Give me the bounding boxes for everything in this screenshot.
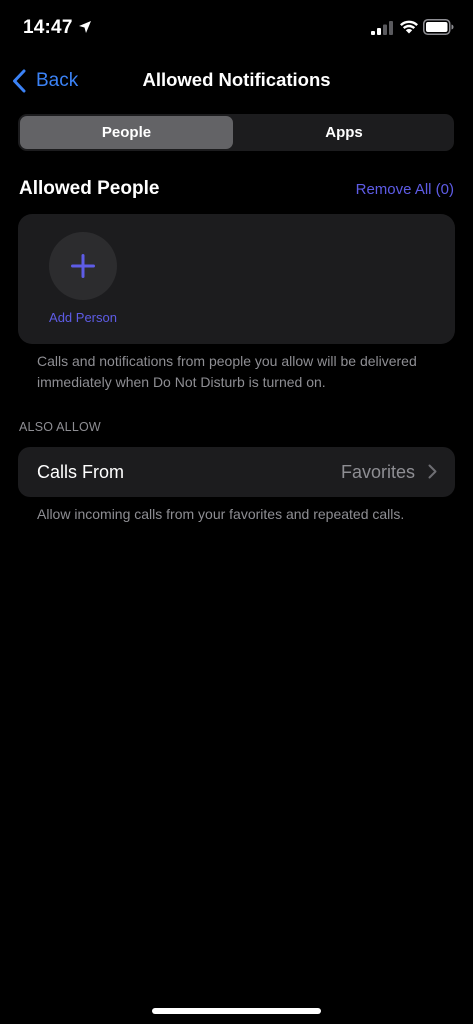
status-time: 14:47 [23, 17, 73, 38]
calls-from-value: Favorites [340, 462, 415, 482]
battery-icon [423, 19, 454, 35]
calls-from-label: Calls From [37, 462, 125, 482]
calls-from-row[interactable]: Calls From Favorites [18, 447, 455, 497]
segmented-control: People Apps [18, 114, 454, 151]
calls-from-footnote: Allow incoming calls from your favorites… [37, 506, 405, 522]
segment-people[interactable]: People [20, 116, 233, 149]
location-arrow-icon [79, 21, 91, 33]
home-indicator[interactable] [152, 1008, 321, 1014]
chevron-right-icon [428, 464, 437, 479]
allowed-people-heading: Allowed People [19, 178, 160, 199]
allowed-people-card: Add Person [18, 214, 455, 344]
page-title: Allowed Notifications [142, 69, 331, 90]
allowed-people-footnote: Calls and notifications from people you … [37, 353, 417, 390]
cellular-signal-icon [371, 21, 393, 35]
also-allow-header: ALSO ALLOW [19, 420, 101, 434]
segment-apps[interactable]: Apps [236, 116, 452, 149]
plus-icon [71, 254, 95, 278]
add-person-button[interactable] [49, 232, 117, 300]
wifi-icon [400, 20, 418, 34]
remove-all-button[interactable]: Remove All (0) [356, 180, 454, 200]
add-person-label[interactable]: Add Person [18, 309, 148, 327]
